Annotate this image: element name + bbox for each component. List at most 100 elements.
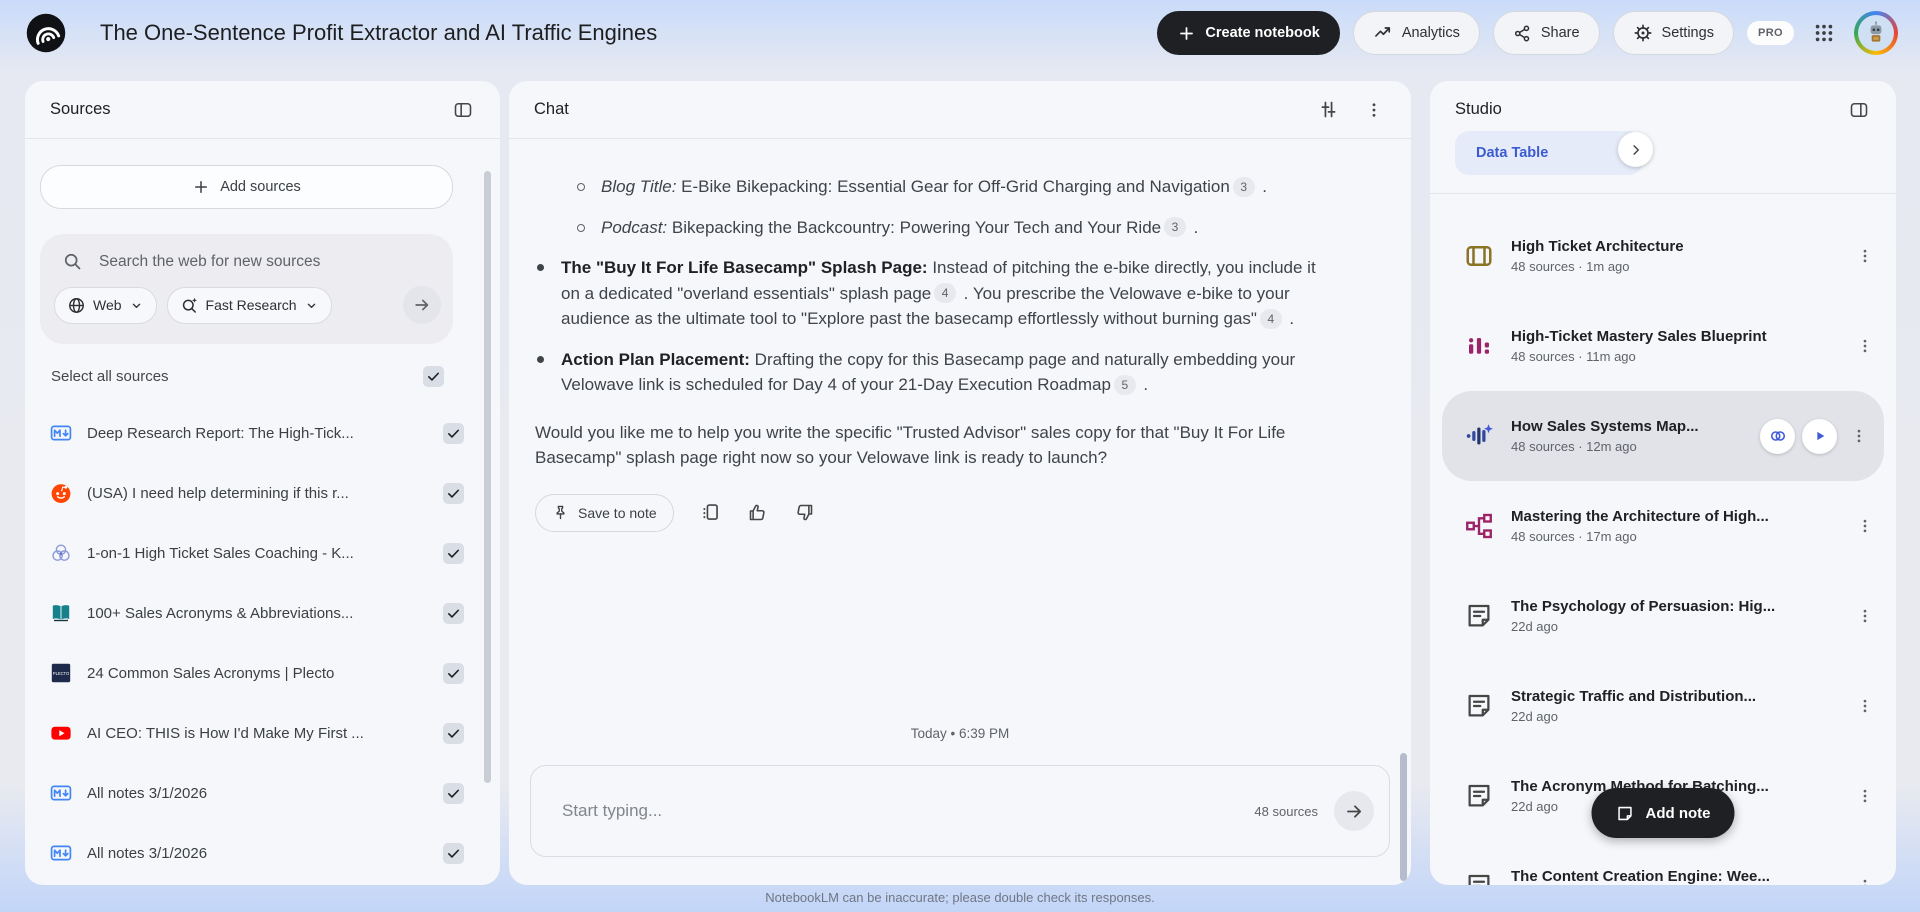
chat-text-run: . [1285,309,1294,328]
chat-menu-dots-icon[interactable] [1357,93,1391,127]
citation-chip[interactable]: 5 [1114,375,1136,395]
source-checkbox[interactable] [443,543,464,564]
studio-item-row[interactable]: Mastering the Architecture of High...48 … [1430,481,1896,571]
source-checkbox[interactable] [443,483,464,504]
youtube-icon [49,721,73,745]
studio-item-row[interactable]: The Psychology of Persuasion: Hig...22d … [1430,571,1896,661]
share-button[interactable]: Share [1493,11,1600,55]
studio-item-menu-icon[interactable] [1850,781,1880,811]
send-message-button[interactable] [1334,791,1374,831]
research-sparkle-icon [180,296,199,315]
bullet-marker [537,264,544,271]
studio-item-menu-icon[interactable] [1850,691,1880,721]
markdown-icon [49,841,73,865]
video-overview-icon [1464,241,1494,271]
citation-chip[interactable]: 4 [934,283,956,303]
report-icon [1464,871,1494,885]
source-checkbox[interactable] [443,723,464,744]
gear-icon [1633,23,1653,43]
add-note-button[interactable]: Add note [1592,788,1735,838]
search-submit-button[interactable] [403,286,441,324]
studio-item-menu-icon[interactable] [1850,331,1880,361]
studio-item-meta: 22d ago [1511,619,1850,634]
studio-item-row[interactable]: How Sales Systems Map...48 sources · 12m… [1442,391,1884,481]
plecto-icon: PLECTO [49,661,73,685]
chat-text-run: E-Bike Bikepacking: Essential Gear for O… [676,177,1229,196]
source-row[interactable]: 1-on-1 High Ticket Sales Coaching - K... [25,523,500,583]
notebook-title[interactable]: The One-Sentence Profit Extractor and AI… [100,20,657,46]
source-row[interactable]: PLECTO24 Common Sales Acronyms | Plecto [25,643,500,703]
source-checkbox[interactable] [443,423,464,444]
chat-panel-title: Chat [534,100,569,119]
studio-item-menu-icon[interactable] [1850,871,1880,885]
source-row[interactable]: Deep Research Report: The High-Tick... [25,403,500,463]
sources-panel-title: Sources [50,100,111,119]
chat-text-run: . [1258,177,1267,196]
source-row[interactable]: 100+ Sales Acronyms & Abbreviations... [25,583,500,643]
research-mode-dropdown[interactable]: Fast Research [167,287,332,324]
notebooklm-logo-icon[interactable] [25,12,67,54]
interactive-mode-button[interactable] [1760,419,1795,454]
account-avatar[interactable] [1854,11,1898,55]
chat-settings-icon[interactable] [1311,93,1345,127]
source-checkbox[interactable] [443,603,464,624]
select-all-checkbox[interactable] [423,366,444,387]
studio-item-menu-icon[interactable] [1850,511,1880,541]
studio-item-row[interactable]: High-Ticket Mastery Sales Blueprint48 so… [1430,301,1896,391]
source-checkbox[interactable] [443,663,464,684]
source-list: Deep Research Report: The High-Tick...(U… [25,403,500,885]
report-icon [1464,781,1494,811]
thumbs-up-icon[interactable] [747,502,768,523]
settings-button[interactable]: Settings [1613,11,1734,55]
studio-item-row[interactable]: The Content Creation Engine: Wee...22d a… [1430,841,1896,885]
collapse-sources-panel-icon[interactable] [446,93,480,127]
chat-timestamp: Today • 6:39 PM [509,726,1411,741]
expand-data-table-button[interactable] [1618,132,1653,167]
copy-icon[interactable] [700,502,721,523]
hollow-bullet-marker [577,183,585,191]
citation-chip[interactable]: 3 [1164,217,1186,237]
chat-bullet: Podcast: Bikepacking the Backcountry: Po… [535,215,1325,241]
report-icon [1464,691,1494,721]
source-row[interactable]: AI CEO: THIS is How I'd Make My First ..… [25,703,500,763]
chat-scrollbar[interactable] [1400,753,1407,881]
data-table-chip[interactable]: Data Table [1455,131,1643,175]
source-row[interactable]: (USA) I need help determining if this r.… [25,463,500,523]
play-audio-overview-button[interactable] [1802,419,1837,454]
studio-item-menu-icon[interactable] [1844,421,1874,451]
source-row[interactable]: All notes 3/1/2026 [25,823,500,883]
report-icon [1464,601,1494,631]
chevron-down-icon [129,298,144,313]
search-web-input[interactable] [97,252,431,272]
studio-panel-title: Studio [1455,100,1502,119]
web-source-dropdown[interactable]: Web [54,287,157,324]
add-sources-button[interactable]: Add sources [40,165,453,209]
hollow-bullet-marker [577,224,585,232]
reddit-icon [49,481,73,505]
source-row[interactable]: All notes 3/1/2026 [25,763,500,823]
plus-icon [1177,24,1196,43]
citation-chip[interactable]: 3 [1233,177,1255,197]
save-to-note-button[interactable]: Save to note [535,494,674,532]
thumbs-down-icon[interactable] [794,502,815,523]
svg-text:PLECTO: PLECTO [53,671,69,676]
source-title: All notes 3/1/2026 [87,845,443,862]
create-notebook-button[interactable]: Create notebook [1157,11,1339,55]
source-checkbox[interactable] [443,843,464,864]
analytics-button[interactable]: Analytics [1353,11,1480,55]
source-checkbox[interactable] [443,783,464,804]
note-add-icon [1616,804,1635,823]
studio-item-menu-icon[interactable] [1850,241,1880,271]
chat-bullet: Action Plan Placement: Drafting the copy… [535,347,1325,398]
citation-chip[interactable]: 4 [1260,309,1282,329]
studio-item-row[interactable]: Strategic Traffic and Distribution...22d… [1430,661,1896,751]
studio-item-meta: 48 sources · 17m ago [1511,529,1850,544]
chat-input[interactable] [560,800,1254,822]
studio-item-row[interactable]: High Ticket Architecture48 sources · 1m … [1430,211,1896,301]
pro-badge: PRO [1747,21,1794,45]
studio-item-menu-icon[interactable] [1850,601,1880,631]
google-apps-grid-icon[interactable] [1807,16,1841,50]
sources-panel: Sources Add sources Web [25,81,500,885]
collapse-studio-panel-icon[interactable] [1842,93,1876,127]
sources-scrollbar[interactable] [484,171,491,783]
